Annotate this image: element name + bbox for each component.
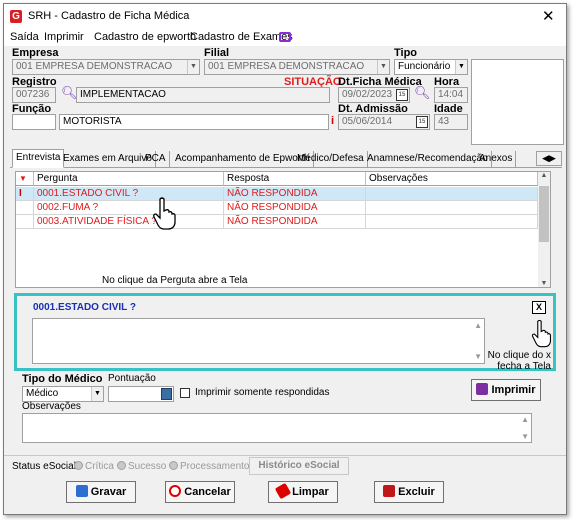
- calendar-icon[interactable]: 15: [396, 89, 408, 101]
- menu-cadastro-epworth[interactable]: Cadastro de epworth: [94, 31, 196, 43]
- table-row[interactable]: 0003.ATIVIDADE FÍSICA ? NÃO RESPONDIDA: [16, 215, 538, 229]
- cell-resposta[interactable]: NÃO RESPONDIDA: [224, 187, 366, 201]
- tipo-select[interactable]: Funcionário ▼: [394, 59, 468, 75]
- printer-icon: [476, 383, 489, 395]
- divider: [4, 455, 566, 456]
- detail-question-title: 0001.ESTADO CIVIL ?: [33, 302, 136, 313]
- radio-sucesso[interactable]: Sucesso: [117, 461, 166, 472]
- dt-ficha-field[interactable]: 09/02/2023 15: [338, 87, 410, 103]
- cell-resposta[interactable]: NÃO RESPONDIDA: [224, 201, 366, 215]
- table-row[interactable]: 0002.FUMA ? NÃO RESPONDIDA: [16, 201, 538, 215]
- limpar-button[interactable]: Limpar: [268, 481, 338, 503]
- funcao-code-field[interactable]: [12, 114, 56, 130]
- radio-critica[interactable]: Crítica: [74, 461, 114, 472]
- menu-imprimir[interactable]: Imprimir: [44, 31, 84, 43]
- window-title: SRH - Cadastro de Ficha Médica: [28, 10, 190, 22]
- calculator-icon[interactable]: [161, 388, 172, 400]
- calendar-icon[interactable]: 15: [416, 116, 428, 128]
- close-annotation: No clique do x fecha a Tela: [487, 350, 551, 372]
- row-cursor-icon: I: [16, 187, 34, 201]
- questions-grid: ▼ Pergunta Resposta Observações I 0001.E…: [15, 171, 551, 288]
- menu-saida[interactable]: Saída: [10, 31, 39, 43]
- tab-medico-defesa[interactable]: Médico/Defesa: [294, 151, 368, 168]
- detail-close-button[interactable]: X: [532, 301, 546, 314]
- main-window: G SRH - Cadastro de Ficha Médica ✕ Saída…: [3, 3, 567, 515]
- hora-field[interactable]: 14:04: [434, 87, 468, 103]
- cell-pergunta[interactable]: 0003.ATIVIDADE FÍSICA ?: [34, 215, 224, 229]
- filial-label: Filial: [204, 47, 230, 59]
- tab-anamnese[interactable]: Anamnese/Recomendação: [364, 151, 492, 168]
- cell-observacoes[interactable]: [366, 215, 538, 229]
- pontuacao-label: Pontuação: [108, 373, 156, 384]
- cancel-icon: [169, 485, 182, 497]
- window-close-icon[interactable]: ✕: [542, 7, 555, 25]
- scroll-up-icon[interactable]: ▲: [538, 172, 550, 179]
- tab-anexos[interactable]: Anexos: [476, 151, 517, 168]
- grid-annotation: No clique da Perguta abre a Tela: [102, 275, 248, 286]
- hand-cursor-icon: [531, 319, 552, 348]
- table-row[interactable]: I 0001.ESTADO CIVIL ? NÃO RESPONDIDA: [16, 187, 538, 201]
- cell-pergunta[interactable]: 0001.ESTADO CIVIL ?: [34, 187, 224, 201]
- observacoes-textarea[interactable]: ▲ ▼: [22, 413, 532, 443]
- photo-box: [471, 59, 564, 145]
- col-observacoes[interactable]: Observações: [366, 172, 538, 186]
- tipo-medico-select[interactable]: Médico ▼: [22, 386, 104, 402]
- funcao-field: MOTORISTA: [59, 114, 329, 130]
- dt-admissao-field[interactable]: 05/06/2014 15: [338, 114, 430, 130]
- sort-icon[interactable]: ▼: [16, 172, 34, 186]
- tipo-medico-label: Tipo do Médico: [22, 373, 103, 385]
- idade-field: 43: [434, 114, 468, 130]
- pontuacao-field[interactable]: [108, 386, 174, 402]
- scroll-thumb[interactable]: [539, 186, 549, 242]
- tab-scroll-arrows-icon[interactable]: ◀▶: [536, 151, 562, 166]
- cell-resposta[interactable]: NÃO RESPONDIDA: [224, 215, 366, 229]
- cancelar-button[interactable]: Cancelar: [165, 481, 235, 503]
- tab-acompanhamento-epworth[interactable]: Acompanhamento de Epworth: [172, 151, 314, 168]
- filial-select[interactable]: 001 EMPRESA DEMONSTRACAO ▼: [204, 59, 390, 75]
- status-esocial-label: Status eSocial:: [12, 461, 79, 472]
- scroll-down-icon[interactable]: ▼: [474, 352, 482, 361]
- empresa-select[interactable]: 001 EMPRESA DEMONSTRACAO ▼: [12, 59, 200, 75]
- imprimir-button[interactable]: Imprimir: [471, 379, 541, 401]
- scroll-down-icon[interactable]: ▼: [521, 432, 529, 441]
- app-logo-icon: G: [10, 10, 22, 23]
- info-icon[interactable]: i: [331, 115, 334, 127]
- tab-entrevista[interactable]: Entrevista: [12, 149, 65, 168]
- cell-pergunta[interactable]: 0002.FUMA ?: [34, 201, 224, 215]
- excluir-button[interactable]: Excluir: [374, 481, 444, 503]
- historico-esocial-button[interactable]: Histórico eSocial: [249, 457, 349, 475]
- cell-observacoes[interactable]: [366, 187, 538, 201]
- detail-answer-textarea[interactable]: ▲ ▼: [32, 318, 485, 364]
- eraser-icon: [274, 482, 292, 500]
- tab-bar: Entrevista Exames em Arquivo PCA Acompan…: [10, 149, 562, 168]
- question-detail-panel: 0001.ESTADO CIVIL ? X ▲ ▼ No clique do x…: [14, 293, 556, 372]
- imprimir-respondidas-checkbox[interactable]: [180, 388, 190, 398]
- col-pergunta[interactable]: Pergunta: [34, 172, 224, 186]
- cell-observacoes[interactable]: [366, 201, 538, 215]
- menu-cadastro-exames[interactable]: Cadastro de Exames: [190, 31, 293, 43]
- registro-field[interactable]: 007236: [12, 87, 56, 103]
- scroll-down-icon[interactable]: ▼: [538, 280, 550, 287]
- radio-processamento[interactable]: Processamento: [169, 461, 249, 472]
- tipo-label: Tipo: [394, 47, 418, 59]
- observacoes-label: Observações: [22, 401, 81, 412]
- col-resposta[interactable]: Resposta: [224, 172, 366, 186]
- grid-scrollbar[interactable]: ▲ ▼: [538, 172, 550, 287]
- chat-icon[interactable]: [279, 32, 291, 42]
- search-icon[interactable]: 🔍︎: [414, 85, 431, 101]
- tab-pca[interactable]: PCA: [142, 151, 170, 168]
- empresa-label: Empresa: [12, 47, 59, 59]
- scroll-up-icon[interactable]: ▲: [521, 415, 529, 424]
- row-indicator: [16, 215, 34, 229]
- scroll-up-icon[interactable]: ▲: [474, 321, 482, 330]
- situacao-field: IMPLEMENTACAO: [76, 87, 330, 103]
- row-indicator: [16, 201, 34, 215]
- save-icon: [75, 485, 88, 497]
- hand-cursor-icon: [153, 197, 176, 230]
- gravar-button[interactable]: Gravar: [66, 481, 136, 503]
- trash-icon: [383, 485, 396, 497]
- imprimir-respondidas-label: Imprimir somente respondidas: [195, 387, 330, 398]
